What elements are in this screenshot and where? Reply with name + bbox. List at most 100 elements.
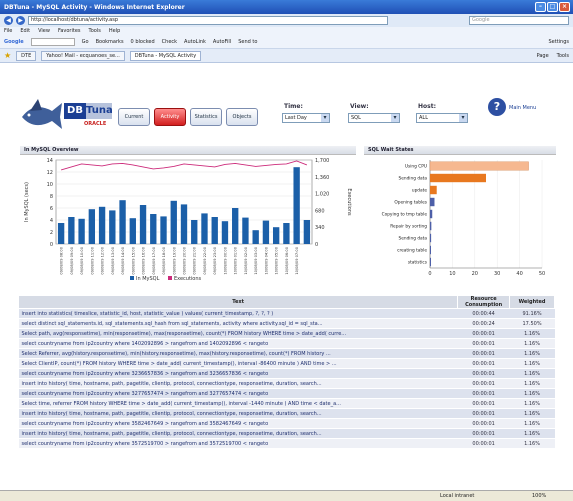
tab-dbtuna[interactable]: DBTuna - MySQL Activity	[129, 50, 202, 61]
table-row[interactable]: Select Referrer, avg(history.responsetim…	[18, 348, 555, 359]
x-tick-label: 40	[516, 271, 522, 277]
table-row[interactable]: select countryname from ip2country where…	[18, 388, 555, 399]
main-menu-link[interactable]: Main Menu	[509, 105, 536, 111]
page-menu-button[interactable]: Page	[537, 53, 549, 59]
autolink-button[interactable]: AutoLink	[184, 39, 206, 45]
header-text[interactable]: Text	[17, 295, 459, 309]
sql-text-cell[interactable]: select countryname from ip2country where…	[18, 438, 458, 449]
y-tick-label: 10	[47, 182, 53, 188]
overview-chart: 0 2 4 6 8 10 12 14 0 340 680 1,020 1,360 1,700 In MySQ…	[24, 158, 352, 282]
table-row[interactable]: Select path, avg(responsetime), min(resp…	[18, 328, 555, 339]
forward-icon[interactable]: ▶	[16, 16, 25, 25]
nav-current-button[interactable]: Current	[118, 108, 150, 126]
wait-category-label: update	[412, 188, 427, 194]
header-resource[interactable]: Resource Consumption	[457, 295, 511, 309]
table-row[interactable]: select countryname from ip2country where…	[18, 338, 555, 349]
menu-favorites[interactable]: Favorites	[58, 27, 81, 36]
time-filter-select[interactable]: Last Day	[282, 113, 330, 123]
x-tick-label: 09/08/09 21:00	[193, 246, 197, 274]
sql-text-cell[interactable]: select countryname from ip2country where…	[18, 388, 458, 399]
sql-text-cell[interactable]: insert into history( time, hostname, pat…	[18, 408, 458, 419]
weighted-cell: 91.16%	[509, 308, 555, 319]
sql-text-cell[interactable]: Select ClientIP, count(*) FROM history W…	[18, 358, 458, 369]
maximize-button[interactable]: □	[547, 2, 558, 12]
search-input[interactable]: Google	[469, 16, 569, 25]
resource-cell: 00:00:01	[457, 408, 510, 419]
menu-view[interactable]: View	[38, 27, 50, 36]
host-filter-select[interactable]: ALL	[416, 113, 468, 123]
google-go-button[interactable]: Go	[82, 39, 89, 45]
table-row[interactable]: insert into history( time, hostname, pat…	[18, 428, 555, 439]
settings-button[interactable]: Settings	[548, 39, 569, 45]
nav-activity-button[interactable]: Activity	[154, 108, 186, 126]
minimize-button[interactable]: –	[535, 2, 546, 12]
table-row[interactable]: insert into history( time, hostname, pat…	[18, 378, 555, 389]
bar-in-mysql	[191, 220, 198, 244]
logo-tuna-text: Tuna	[86, 103, 113, 119]
nav-objects-button[interactable]: Objects	[226, 108, 258, 126]
view-filter-select[interactable]: SQL	[348, 113, 400, 123]
sql-text-cell[interactable]: Select time, referrer FROM history WHERE…	[18, 398, 458, 409]
sql-text-cell[interactable]: insert into history( time, hostname, pat…	[18, 378, 458, 389]
tab-dte[interactable]: DTE	[16, 50, 37, 61]
url-input[interactable]: http://localhost/dbtuna/activity.asp	[28, 16, 388, 25]
menu-tools[interactable]: Tools	[89, 27, 101, 36]
resource-cell: 00:00:01	[457, 358, 510, 369]
wait-bar	[430, 221, 432, 231]
sql-text-cell[interactable]: Select Referrer, avg(history.responsetim…	[18, 348, 458, 359]
y-tick-label: 4	[50, 218, 53, 224]
sendto-button[interactable]: Send to	[238, 39, 257, 45]
x-tick-label: 09/08/09 10:00	[80, 246, 84, 274]
legend-label-executions: Executions	[174, 276, 202, 282]
sql-text-cell[interactable]: insert into history( time, hostname, pat…	[18, 428, 458, 439]
overview-panel-title: In MySQL Overview	[20, 146, 356, 155]
favorites-star-icon[interactable]: ★	[4, 51, 11, 60]
menu-help[interactable]: Help	[109, 27, 120, 36]
menu-edit[interactable]: Edit	[20, 27, 30, 36]
y2-tick-label: 1,020	[315, 192, 329, 198]
x-tick-label: 09/08/09 09:00	[70, 246, 74, 274]
sql-text-cell[interactable]: select countryname from ip2country where…	[18, 338, 458, 349]
tab-yahoo-mail[interactable]: Yahoo! Mail - ecquanoes_se...	[41, 50, 125, 61]
table-row[interactable]: Select time, referrer FROM history WHERE…	[18, 398, 555, 409]
x-tick-label: 0	[428, 271, 431, 277]
help-icon[interactable]: ?	[488, 98, 506, 116]
close-button[interactable]: ×	[559, 2, 570, 12]
x-tick-label: 09/08/09 19:00	[172, 246, 176, 274]
bar-in-mysql	[98, 206, 106, 244]
autofill-button[interactable]: AutoFill	[213, 39, 231, 45]
bar-in-mysql	[211, 217, 218, 244]
check-button[interactable]: Check	[162, 39, 177, 45]
sql-text-cell[interactable]: select countryname from ip2country where…	[18, 368, 458, 379]
table-header-row: Text Resource Consumption Weighted	[17, 295, 555, 309]
table-row[interactable]: select countryname from ip2country where…	[18, 438, 555, 449]
wait-bar	[430, 185, 437, 195]
sql-text-cell[interactable]: select distinct sql_statements.id, sql_s…	[18, 318, 458, 329]
table-row[interactable]: select distinct sql_statements.id, sql_s…	[18, 318, 555, 329]
sql-text-cell[interactable]: Select path, avg(responsetime), min(resp…	[18, 328, 458, 339]
menu-file[interactable]: File	[4, 27, 12, 36]
bookmarks-button[interactable]: Bookmarks	[96, 39, 124, 45]
table-row[interactable]: select countryname from ip2country where…	[18, 368, 555, 379]
tools-menu-button[interactable]: Tools	[557, 53, 569, 59]
table-row[interactable]: insert into history( time, hostname, pat…	[18, 408, 555, 419]
table-row[interactable]: select countryname from ip2country where…	[18, 418, 555, 429]
wait-bar	[429, 161, 529, 171]
header-weighted[interactable]: Weighted	[509, 295, 555, 309]
waits-panel-title: SQL Wait States	[364, 146, 556, 155]
back-icon[interactable]: ◀	[4, 16, 13, 25]
google-search-input[interactable]	[30, 38, 75, 46]
status-zoom[interactable]: 100%	[532, 491, 546, 501]
table-row[interactable]: Select ClientIP, count(*) FROM history W…	[18, 358, 555, 369]
bar-in-mysql	[57, 223, 65, 244]
window-title: DBTuna - MySQL Activity - Windows Intern…	[4, 3, 185, 11]
wait-bar	[430, 233, 432, 243]
sql-text-cell[interactable]: insert into statistics( timeslice, stati…	[18, 308, 458, 319]
weighted-cell: 1.16%	[509, 418, 555, 429]
resource-cell: 00:00:01	[457, 368, 510, 379]
popup-blocked-button[interactable]: 0 blocked	[131, 39, 155, 45]
nav-statistics-button[interactable]: Statistics	[190, 108, 222, 126]
google-logo: Google	[4, 39, 24, 45]
sql-text-cell[interactable]: select countryname from ip2country where…	[18, 418, 458, 429]
table-row[interactable]: insert into statistics( timeslice, stati…	[18, 308, 555, 319]
